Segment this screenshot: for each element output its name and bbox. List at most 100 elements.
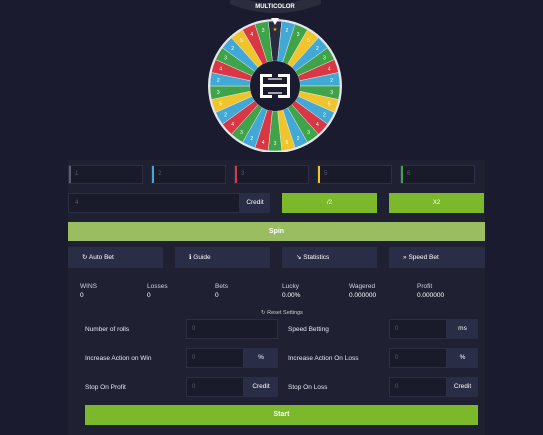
- wheel-segment-label: 4: [231, 122, 234, 128]
- bet-credit-button[interactable]: Credit: [240, 193, 270, 213]
- wheel-segment-label: 3: [330, 90, 333, 96]
- profit-label: Profit: [417, 283, 433, 290]
- wheel-segment-label: 2: [316, 46, 319, 52]
- wheel-segment-label: 2: [330, 78, 333, 84]
- refresh-icon: ↻: [261, 310, 266, 316]
- color-bet-placeholder: 3: [241, 171, 245, 177]
- increase-on-loss-value: 0: [395, 355, 399, 361]
- wheel-segment-label: 3: [240, 130, 243, 136]
- wheel-segment-label: 3: [274, 141, 277, 147]
- wheel-segment-label: 2: [323, 113, 326, 119]
- color-bet-input-3[interactable]: 3: [234, 165, 309, 184]
- tab-auto-bet[interactable]: ↻ Auto Bet: [68, 247, 163, 268]
- wheel-segment-label: 3: [297, 32, 300, 38]
- color-bet-input-2[interactable]: 2: [151, 165, 226, 184]
- speed-unit-button[interactable]: ms: [447, 319, 478, 339]
- wheel-segment-label: 4: [262, 140, 265, 146]
- color-strip: [318, 166, 320, 183]
- wheel-segment-label: 2: [224, 113, 227, 119]
- start-button[interactable]: Start: [85, 405, 478, 425]
- stop-on-profit-label: Stop On Profit: [85, 384, 126, 391]
- tab-statistics[interactable]: ↘ Statistics: [282, 247, 377, 268]
- half-bet-button[interactable]: /2: [282, 193, 377, 213]
- reset-settings-label: Reset Settings: [267, 310, 303, 316]
- wheel-segment-label: 3: [262, 28, 265, 34]
- wheel-segment-label: 3: [323, 56, 326, 62]
- wheel-segment-label: 4: [328, 66, 331, 72]
- wins-value: 0: [80, 292, 84, 299]
- reset-settings-button[interactable]: ↻ Reset Settings: [261, 310, 303, 316]
- wheel-segment-label: 5: [219, 102, 222, 108]
- wheel-segment-label: 2: [297, 136, 300, 142]
- color-bet-placeholder: 2: [158, 171, 162, 177]
- color-strip: [152, 166, 154, 183]
- wagered-label: Wagered: [349, 283, 376, 290]
- info-icon: ℹ: [189, 254, 192, 261]
- profit-value: 0.000000: [417, 292, 445, 299]
- color-strip: [69, 166, 71, 183]
- wheel-segment-label: 2: [250, 136, 253, 142]
- tab-auto-bet-label: Auto Bet: [88, 254, 114, 261]
- stop-on-profit-input[interactable]: 0: [186, 377, 244, 397]
- rolls-value: 0: [192, 326, 196, 332]
- increase-on-win-unit[interactable]: %: [244, 348, 278, 368]
- color-bet-input-5[interactable]: 5: [317, 165, 392, 184]
- color-bet-placeholder: 1: [75, 171, 79, 177]
- rolls-input[interactable]: 0: [186, 319, 278, 339]
- stop-on-profit-unit[interactable]: Credit: [244, 377, 278, 397]
- lucky-value: 0.00%: [282, 292, 301, 299]
- wheel-segment-label: 3: [224, 56, 227, 62]
- color-bet-placeholder: 5: [324, 171, 328, 177]
- chart-icon: ↘: [296, 254, 302, 261]
- stop-on-loss-value: 0: [395, 384, 399, 390]
- increase-on-loss-label: Increase Action On Loss: [288, 355, 359, 362]
- lucky-label: Lucky: [282, 283, 299, 290]
- wheel-segment-label: 2: [217, 78, 220, 84]
- multicolor-wheel: MULTICOLOR ★ 2 3 5 2 3 4 2 3 5 2 4 3 2 5 3 4 2 3 4 2 5 3 2 4 3 2 5 4…: [208, 0, 343, 153]
- stop-on-loss-label: Stop On Loss: [288, 384, 328, 391]
- wheel-segment-label: 3: [217, 90, 220, 96]
- increase-on-win-input[interactable]: 0: [186, 348, 244, 368]
- wheel-segment-label: 4: [250, 32, 253, 38]
- wheel-segment-label: 3: [307, 130, 310, 136]
- tab-guide[interactable]: ℹ Guide: [175, 247, 270, 268]
- wheel-segment-label: ★: [273, 27, 278, 33]
- wins-label: WINS: [80, 283, 97, 290]
- wheel-segment-label: 5: [328, 102, 331, 108]
- rolls-label: Number of rolls: [85, 326, 130, 333]
- double-bet-button[interactable]: X2: [389, 193, 484, 213]
- wheel-segment-label: 4: [316, 122, 319, 128]
- wheel-segment-label: 5: [240, 38, 243, 44]
- increase-on-loss-input[interactable]: 0: [389, 348, 447, 368]
- wheel-segment-label: 2: [231, 46, 234, 52]
- speed-betting-label: Speed Betting: [288, 326, 329, 333]
- wheel-segment-label: 4: [219, 66, 222, 72]
- wheel-banner-text: MULTICOLOR: [255, 4, 295, 10]
- increase-on-win-value: 0: [192, 355, 196, 361]
- stop-on-loss-input[interactable]: 0: [389, 377, 447, 397]
- stop-on-profit-value: 0: [192, 384, 196, 390]
- increase-on-loss-unit[interactable]: %: [447, 348, 478, 368]
- fast-forward-icon: »: [403, 254, 407, 261]
- increase-on-win-label: Increase Action on Win: [85, 355, 152, 362]
- wagered-value: 0.000000: [349, 292, 377, 299]
- wheel-segment-label: 5: [307, 38, 310, 44]
- color-bet-input-6[interactable]: 6: [400, 165, 475, 184]
- bet-amount-input[interactable]: 4: [68, 193, 240, 213]
- color-bet-input-1[interactable]: 1: [68, 165, 143, 184]
- tab-speed-bet[interactable]: » Speed Bet: [389, 247, 485, 268]
- wheel-graphic: MULTICOLOR ★ 2352342352432534234253243254…: [208, 0, 342, 153]
- wheel-banner: MULTICOLOR: [230, 0, 321, 13]
- tab-guide-label: Guide: [193, 254, 211, 261]
- speed-betting-value: 0: [395, 326, 399, 332]
- refresh-icon: ↻: [82, 254, 88, 261]
- wheel-segment-label: 5: [285, 140, 288, 146]
- spin-button[interactable]: Spin: [68, 222, 485, 241]
- speed-betting-input[interactable]: 0: [389, 319, 447, 339]
- tab-statistics-label: Statistics: [303, 254, 330, 261]
- color-strip: [401, 166, 403, 183]
- color-strip: [235, 166, 237, 183]
- bets-label: Bets: [215, 283, 229, 290]
- losses-label: Losses: [147, 283, 168, 290]
- stop-on-loss-unit[interactable]: Credit: [447, 377, 478, 397]
